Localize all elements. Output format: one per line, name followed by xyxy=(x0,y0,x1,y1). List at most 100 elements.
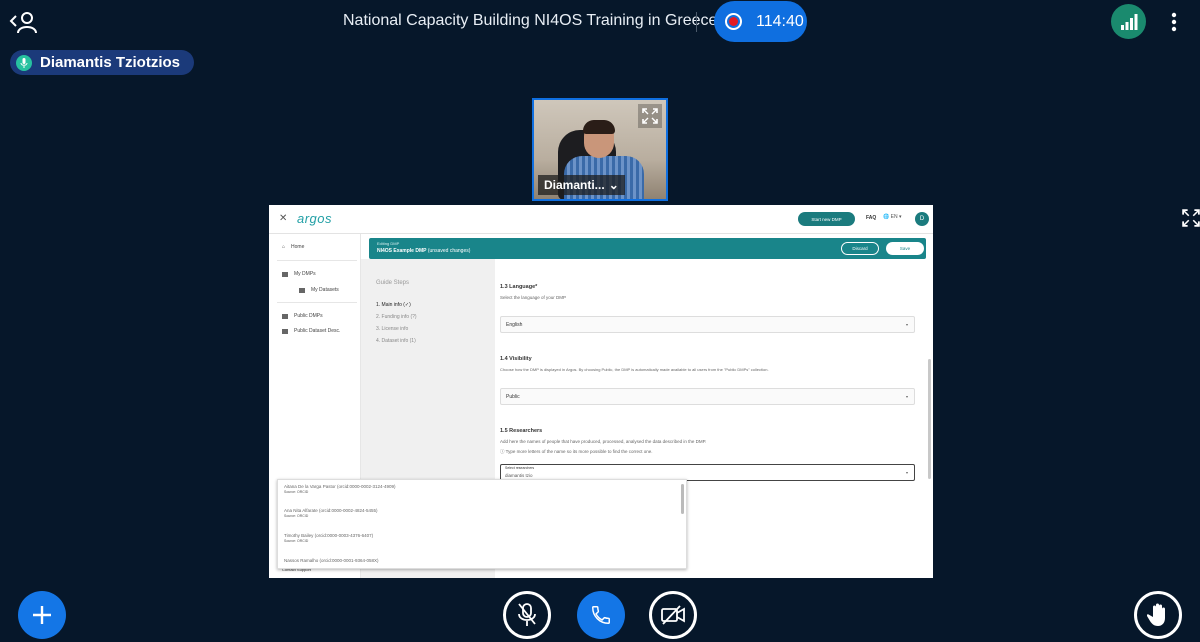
talking-indicator[interactable]: Diamantis Tziotzios xyxy=(10,50,195,75)
recording-time: 114:40 xyxy=(756,12,804,30)
public-dataset-icon xyxy=(282,328,288,334)
language-selector[interactable]: 🌐 EN ▾ xyxy=(883,214,901,220)
sidebar-item-public-datasets[interactable]: Public Dataset Desc. xyxy=(282,328,340,334)
close-icon[interactable]: ✕ xyxy=(279,213,287,224)
webcam-video[interactable]: Diamanti... ⌄ xyxy=(532,98,668,201)
start-new-dmp-button[interactable]: Start new DMP xyxy=(798,212,855,226)
kebab-menu-icon xyxy=(1171,12,1177,32)
sidebar-item-label: Public Dataset Desc. xyxy=(294,328,341,334)
visibility-description: Choose how the DMP is displayed in Argos… xyxy=(500,367,769,372)
webcam-name-label[interactable]: Diamanti... ⌄ xyxy=(538,175,625,195)
option-name: Nassos Ramalho (orcid:0000-0001-9364-058… xyxy=(284,558,379,563)
language-select[interactable]: English ▾ xyxy=(500,316,915,333)
visibility-value: Public xyxy=(506,393,520,400)
webcam-person-hair xyxy=(583,120,615,134)
users-list-toggle-button[interactable] xyxy=(8,8,40,36)
visibility-select[interactable]: Public ▾ xyxy=(500,388,915,405)
home-icon: ⌂ xyxy=(282,244,286,250)
camera-off-icon xyxy=(661,605,685,625)
phone-icon xyxy=(592,606,610,624)
record-icon xyxy=(725,13,742,30)
guide-step-main-info[interactable]: 1. Main info (✓) xyxy=(376,302,411,308)
researchers-query: diamantis tzio xyxy=(505,473,533,478)
argos-logo: argos xyxy=(297,211,333,226)
sidebar-divider xyxy=(277,302,357,303)
hint-text: Type more letters of the name so its mor… xyxy=(505,449,653,454)
language-value: English xyxy=(506,321,523,328)
sidebar-item-label: My Datasets xyxy=(311,287,339,293)
save-button[interactable]: Save xyxy=(886,242,924,255)
option-name: Timothy Bailey (orcid:0000-0003-4376-640… xyxy=(284,533,374,538)
raise-hand-icon xyxy=(1147,603,1165,626)
microphone-icon xyxy=(16,54,32,71)
fullscreen-screenshare-button[interactable] xyxy=(1181,208,1200,228)
more-options-button[interactable] xyxy=(1164,8,1184,36)
dropdown-arrow-icon: ▾ xyxy=(905,470,908,475)
editing-banner: Editing DMP NI4OS Example DMP (unsaved c… xyxy=(369,238,926,259)
user-list-icon xyxy=(9,12,37,34)
faq-link[interactable]: FAQ xyxy=(866,215,876,221)
list-item[interactable]: Nassos Ramalho (orcid:0000-0001-9364-058… xyxy=(284,558,379,563)
list-item[interactable]: Ana Nita Alfarate (orcid:0000-0002-4824-… xyxy=(284,508,378,518)
sidebar-item-label: My DMPs xyxy=(294,271,316,277)
dataset-icon xyxy=(299,287,305,293)
screenshare-content: ✕ argos Start new DMP FAQ 🌐 EN ▾ D ⌂ Home… xyxy=(269,205,933,578)
sidebar-item-my-dmps[interactable]: My DMPs xyxy=(282,271,316,277)
guide-step-license[interactable]: 3. License info xyxy=(376,326,408,332)
researchers-label: Select researchers xyxy=(505,466,535,470)
plus-icon xyxy=(33,606,51,624)
guide-title: Guide Steps xyxy=(376,280,410,286)
language-label: EN xyxy=(890,214,898,220)
argos-header: ✕ argos Start new DMP FAQ 🌐 EN ▾ D xyxy=(269,205,933,234)
researchers-dropdown: Aitana De la Varga Pastor (orcid:0000-00… xyxy=(277,479,687,569)
chevron-down-icon: ⌄ xyxy=(608,178,619,192)
dmp-title: NI4OS Example DMP xyxy=(377,248,427,254)
dmp-name: NI4OS Example DMP (unsaved changes) xyxy=(377,248,470,254)
raise-hand-button[interactable] xyxy=(1134,591,1182,639)
dropdown-arrow-icon: ▾ xyxy=(905,322,908,327)
share-webcam-button[interactable] xyxy=(649,591,697,639)
avatar[interactable]: D xyxy=(915,212,929,226)
meeting-window: National Capacity Building NI4OS Trainin… xyxy=(0,0,1200,642)
sidebar-item-public-dmps[interactable]: Public DMPs xyxy=(282,313,323,319)
sidebar-divider xyxy=(277,260,357,261)
sidebar-item-my-datasets[interactable]: My Datasets xyxy=(299,287,339,293)
language-description: Select the language of your DMP xyxy=(500,295,567,300)
actions-plus-button[interactable] xyxy=(18,591,66,639)
language-heading: 1.3 Language* xyxy=(500,284,538,290)
talker-name: Diamantis Tziotzios xyxy=(40,54,181,71)
option-name: Ana Nita Alfarate (orcid:0000-0002-4824-… xyxy=(284,508,378,513)
list-item[interactable]: Aitana De la Varga Pastor (orcid:0000-00… xyxy=(284,484,396,494)
unsaved-label: (unsaved changes) xyxy=(427,248,471,254)
public-dmp-icon xyxy=(282,313,288,319)
expand-icon xyxy=(1182,209,1200,227)
fullscreen-webcam-button[interactable] xyxy=(638,104,662,128)
webcam-user-name: Diamanti... xyxy=(544,178,605,192)
dropdown-scrollbar[interactable] xyxy=(681,484,684,514)
signal-bars-icon xyxy=(1120,13,1137,30)
option-source: Source: ORCID xyxy=(284,490,309,494)
leave-audio-button[interactable] xyxy=(577,591,625,639)
connection-status-button[interactable] xyxy=(1111,4,1146,39)
option-source: Source: ORCID xyxy=(284,539,309,543)
mute-microphone-button[interactable] xyxy=(503,591,551,639)
researchers-description: Add here the names of people that have p… xyxy=(500,439,707,444)
guide-step-dataset[interactable]: 4. Dataset info (1) xyxy=(376,338,416,344)
list-item[interactable]: Timothy Bailey (orcid:0000-0003-4376-640… xyxy=(284,533,373,543)
page-scrollbar[interactable] xyxy=(928,359,931,479)
recording-indicator-button[interactable]: 114:40 xyxy=(714,1,807,42)
researchers-hint: ⓘ Type more letters of the name so its m… xyxy=(500,449,653,455)
expand-icon xyxy=(642,108,658,124)
editing-label: Editing DMP xyxy=(377,241,400,246)
microphone-muted-icon xyxy=(518,603,536,626)
visibility-heading: 1.4 Visibility xyxy=(500,356,532,362)
title-divider xyxy=(696,12,697,32)
guide-step-funding[interactable]: 2. Funding info (?) xyxy=(376,314,417,320)
sidebar-item-label: Public DMPs xyxy=(294,313,323,319)
dropdown-arrow-icon: ▾ xyxy=(905,394,908,399)
sidebar-item-home[interactable]: ⌂ Home xyxy=(282,244,304,250)
sidebar-item-label: Home xyxy=(291,244,305,250)
researchers-heading: 1.5 Researchers xyxy=(500,428,543,434)
info-icon: ⓘ xyxy=(500,449,505,454)
discard-button[interactable]: Discard xyxy=(841,242,879,255)
